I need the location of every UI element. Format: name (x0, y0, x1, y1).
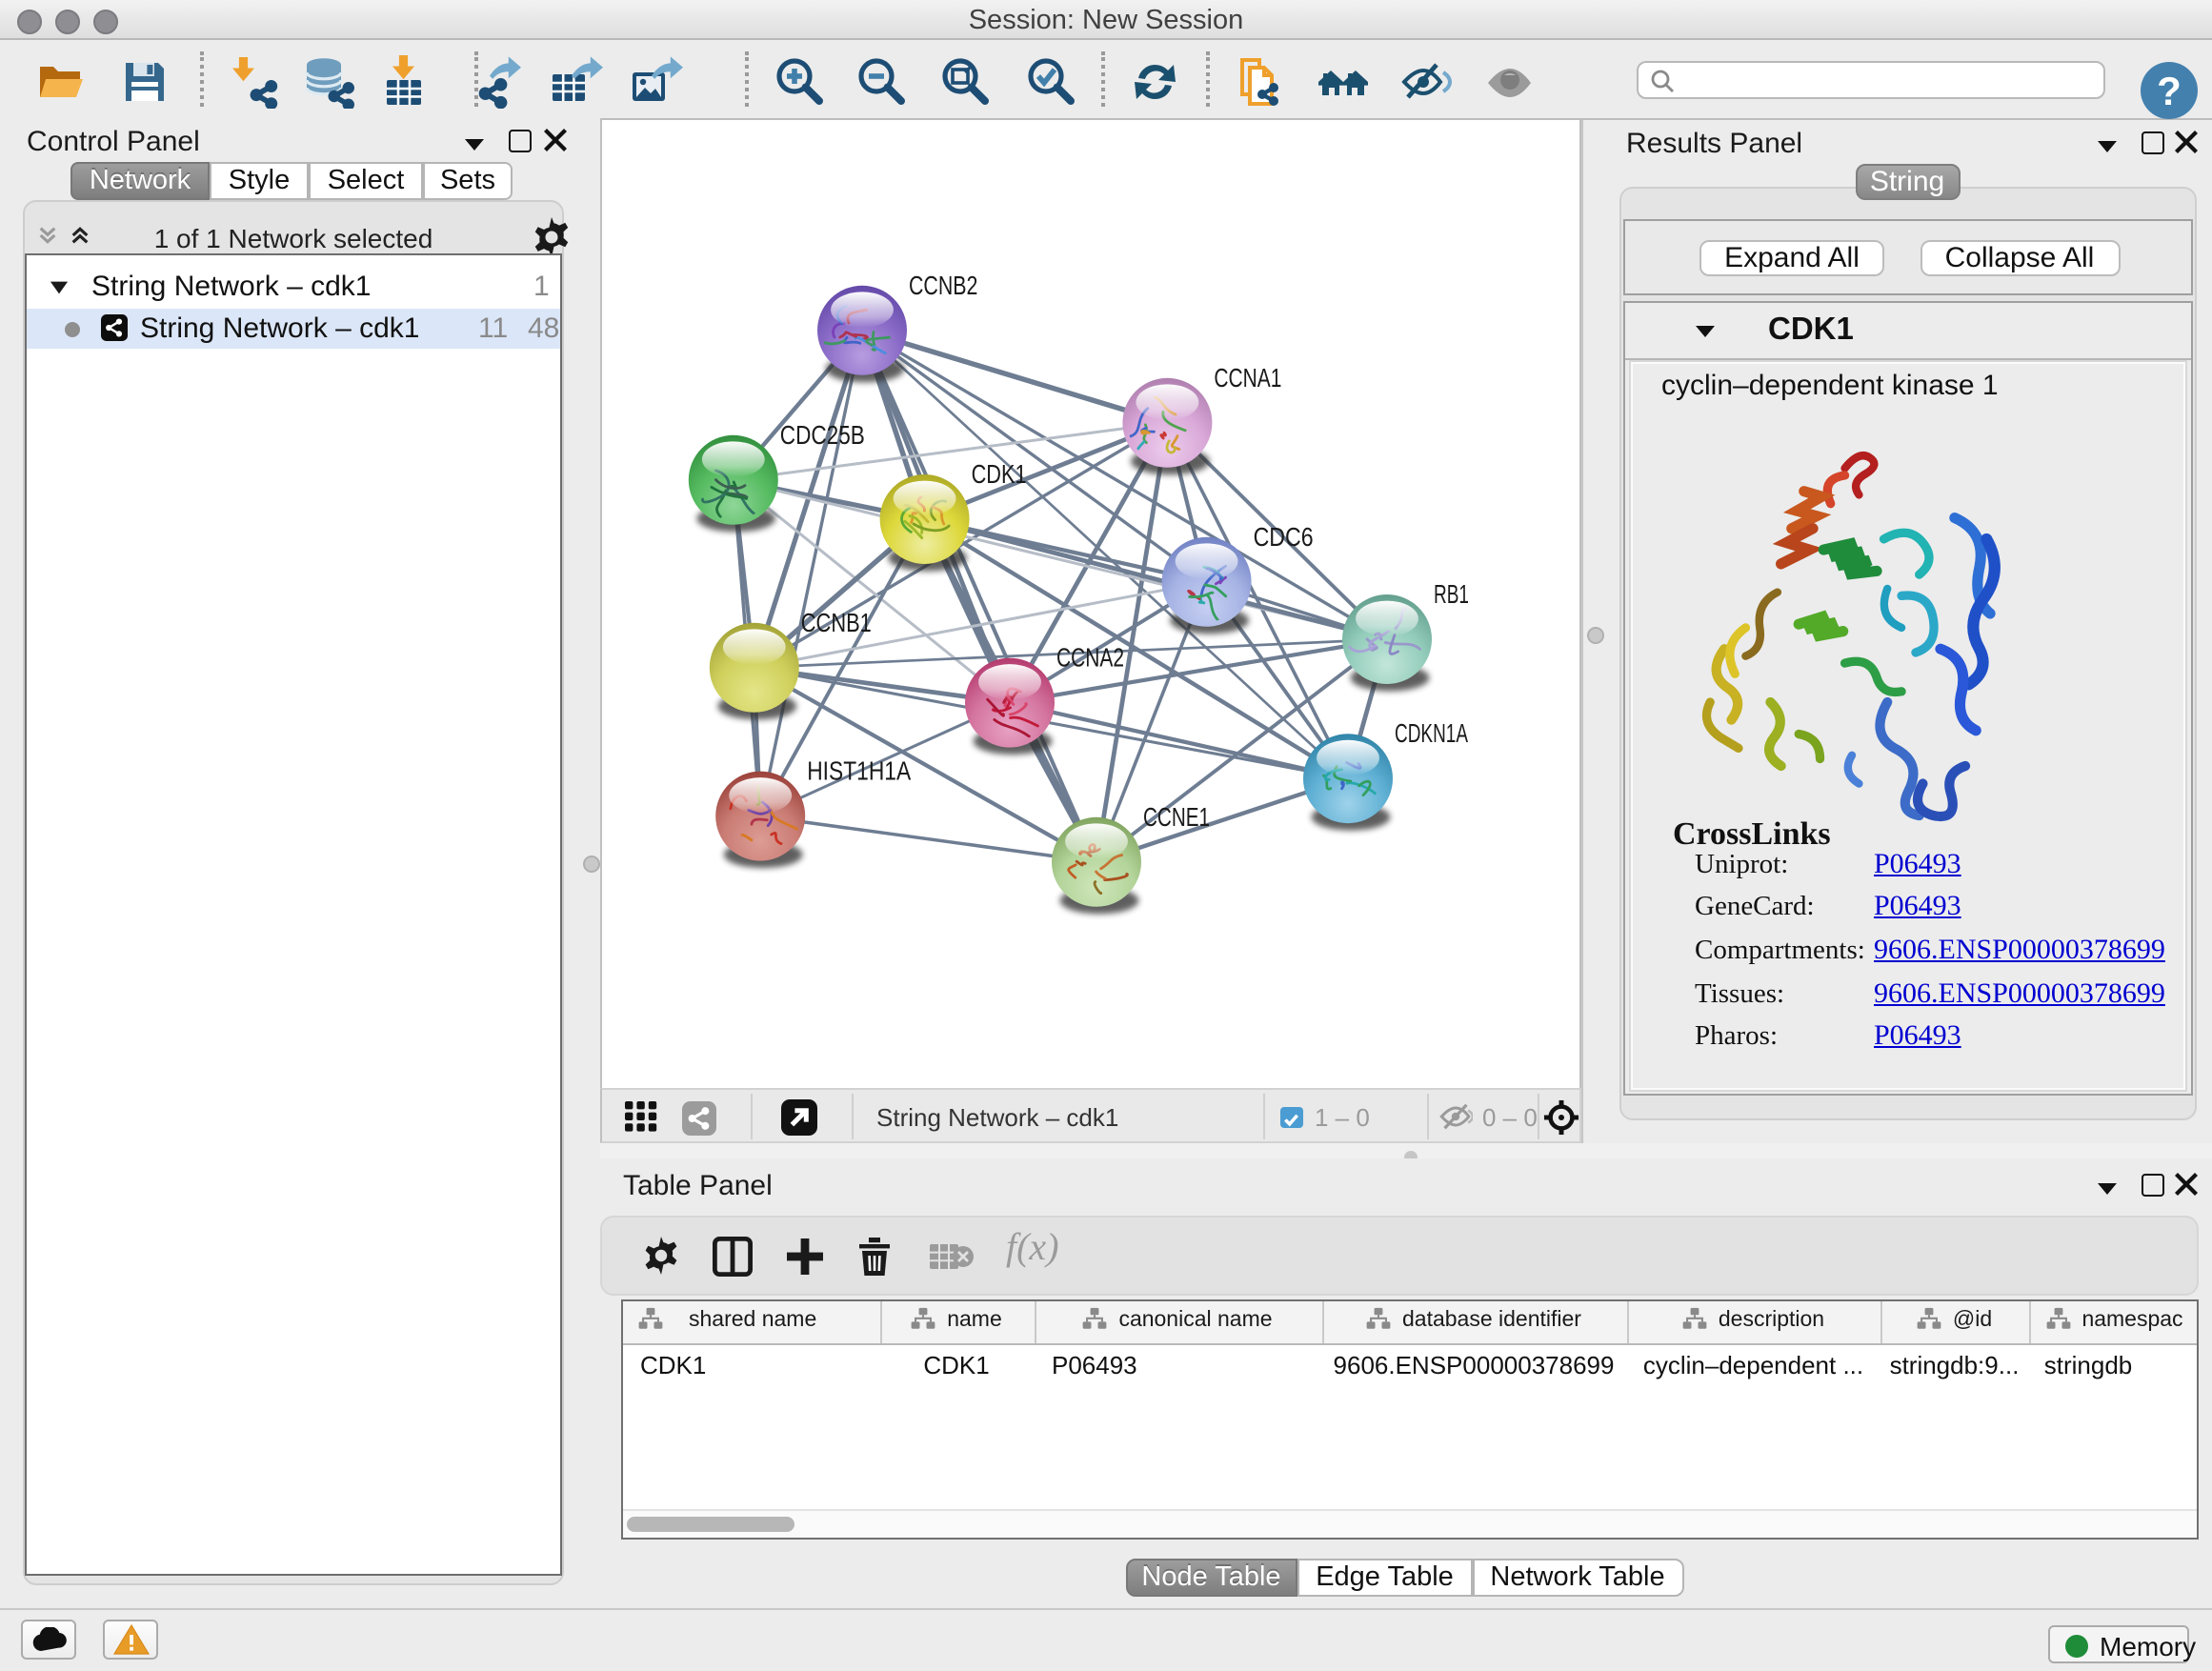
svg-text:RB1: RB1 (1434, 579, 1469, 609)
svg-text:CCNA1: CCNA1 (1214, 363, 1281, 393)
svg-text:CDC25B: CDC25B (780, 420, 865, 450)
svg-text:CDKN1A: CDKN1A (1395, 718, 1468, 748)
svg-text:CCNA2: CCNA2 (1056, 643, 1124, 673)
svg-text:CCNB2: CCNB2 (909, 271, 977, 300)
svg-text:CDK1: CDK1 (972, 459, 1027, 489)
svg-text:CDC6: CDC6 (1254, 522, 1314, 552)
svg-text:CCNB1: CCNB1 (801, 608, 872, 637)
svg-text:HIST1H1A: HIST1H1A (807, 756, 911, 786)
svg-text:CCNE1: CCNE1 (1143, 802, 1210, 832)
svg-text:?: ? (2157, 68, 2182, 112)
